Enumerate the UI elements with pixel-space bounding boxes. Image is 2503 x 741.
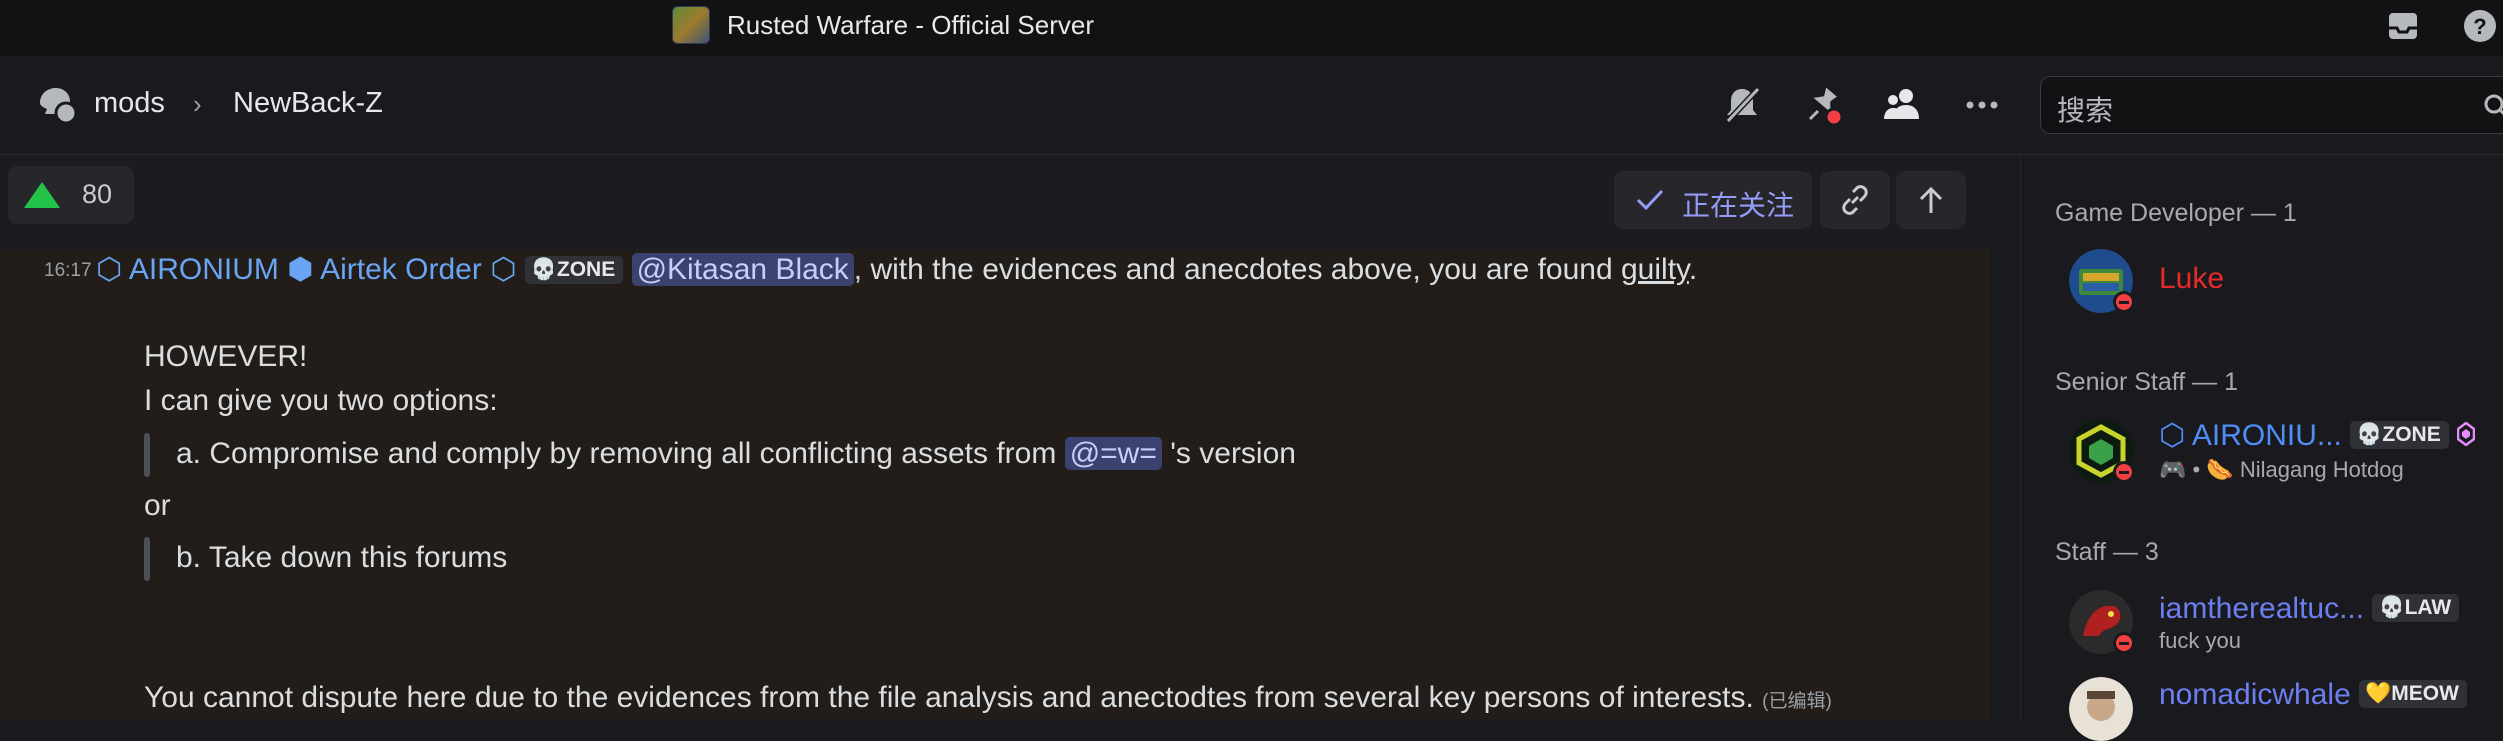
server-icon — [672, 6, 710, 44]
clan-suffix-icon: ⬡ — [490, 253, 517, 286]
skull-icon: 💀 — [530, 258, 557, 281]
breadcrumb-separator: › — [193, 89, 202, 119]
message-line-however: HOWEVER! — [144, 340, 308, 373]
pinned-messages-icon[interactable] — [1800, 83, 1844, 127]
heart-icon: 💛 — [2365, 682, 2392, 705]
member-list-icon[interactable] — [1880, 83, 1924, 127]
message-final-line: You cannot dispute here due to the evide… — [144, 681, 1832, 715]
mention-w[interactable]: @=w= — [1064, 437, 1162, 470]
section-game-developer: Game Developer — 1 — [2055, 199, 2297, 227]
inbox-icon[interactable] — [2385, 8, 2421, 44]
follow-button[interactable]: 正在关注 — [1614, 171, 1812, 229]
copy-link-button[interactable] — [1820, 171, 1890, 229]
dnd-status-icon — [2113, 632, 2135, 654]
member-name-text: iamtherealtuc... — [2159, 592, 2365, 625]
thread-content: 80 正在关注 16:17 ⬡ AIRONIUM ⬢ Airtek Order … — [0, 155, 2020, 721]
author-prefix-icon: ⬡ — [96, 253, 123, 286]
law-tag-label: LAW — [2404, 596, 2452, 619]
member-name-text: ⬡ AIRONIU... — [2159, 419, 2342, 452]
thread-name: NewBack-Z — [233, 87, 383, 119]
boost-icon — [2456, 421, 2476, 447]
message-highlight — [0, 250, 1990, 721]
arrow-up-icon — [1919, 186, 1943, 213]
quote-bar — [144, 537, 150, 581]
search-icon — [2484, 94, 2503, 116]
scrollbar[interactable] — [1990, 155, 2020, 721]
member-status: fuck you — [2159, 628, 2241, 653]
member-name-text: nomadicwhale — [2159, 678, 2351, 711]
edited-label: (已编辑) — [1762, 691, 1832, 712]
upvote-arrow-icon — [24, 182, 60, 208]
guilty-text: guilty — [1621, 253, 1689, 286]
clan-icon: ⬢ — [287, 253, 314, 286]
option-a-text: a. Compromise and comply by removing all… — [176, 437, 1065, 470]
law-tag: 💀LAW — [2372, 594, 2460, 622]
member-status: 🎮 • 🌭 Nilagang Hotdog — [2159, 457, 2404, 483]
vote-count: 80 — [82, 179, 113, 209]
message-author[interactable]: AIRONIUM — [129, 253, 279, 286]
help-icon[interactable]: ? — [2462, 8, 2498, 44]
mention-kitasan[interactable]: @Kitasan Black — [631, 253, 854, 286]
link-icon — [1842, 185, 1868, 215]
member-list: Game Developer — 1 Luke Senior Staff — 1… — [2020, 155, 2503, 741]
scroll-to-top-button[interactable] — [1896, 171, 1966, 229]
member-name: Luke — [2159, 262, 2225, 295]
channel-name[interactable]: mods — [94, 87, 165, 120]
zone-tag[interactable]: 💀ZONE — [524, 256, 624, 284]
window-title: Rusted Warfare - Official Server — [727, 10, 1094, 40]
skull-icon: 💀 — [2356, 423, 2383, 446]
skull-icon: 💀 — [2378, 596, 2405, 619]
upvote-button[interactable]: 80 — [8, 166, 134, 224]
final-text: You cannot dispute here due to the evide… — [144, 681, 1763, 714]
line1-end: . — [1688, 253, 1698, 286]
dnd-status-icon — [2113, 291, 2135, 313]
quote-bar — [144, 433, 150, 477]
notifications-muted-icon[interactable] — [1720, 83, 1764, 127]
option-a: a. Compromise and comply by removing all… — [176, 437, 1296, 471]
message-timestamp: 16:17 — [44, 260, 92, 281]
check-icon — [1636, 189, 1664, 211]
section-senior-staff: Senior Staff — 1 — [2055, 368, 2238, 396]
option-b: b. Take down this forums — [176, 541, 508, 574]
more-options-icon[interactable] — [1960, 83, 2004, 127]
zone-tag-label: ZONE — [2382, 423, 2441, 446]
meow-tag: 💛MEOW — [2359, 680, 2467, 708]
activity-icons: 🎮 • 🌭 — [2159, 457, 2234, 482]
member-name: iamtherealtuc... 💀LAW — [2159, 592, 2460, 626]
section-staff: Staff — 3 — [2055, 538, 2159, 566]
window-title-bar: Rusted Warfare - Official Server ? — [0, 0, 2503, 56]
meow-tag-label: MEOW — [2391, 682, 2459, 705]
member-name: nomadicwhale 💛MEOW — [2159, 678, 2467, 712]
message-line-or: or — [144, 489, 171, 522]
member-name: ⬡ AIRONIU... 💀ZONE — [2159, 418, 2476, 453]
clan-name[interactable]: Airtek Order — [320, 253, 482, 286]
zone-tag-label: ZONE — [556, 258, 616, 281]
search-input[interactable]: 搜索 — [2040, 76, 2503, 134]
dnd-status-icon — [2113, 461, 2135, 483]
forum-channel-icon — [40, 88, 78, 125]
status-text: Nilagang Hotdog — [2233, 457, 2404, 482]
message-line-options: I can give you two options: — [144, 384, 498, 417]
zone-tag: 💀ZONE — [2350, 421, 2449, 449]
search-placeholder: 搜索 — [2057, 95, 2114, 126]
message-line-1: ⬡ AIRONIUM ⬢ Airtek Order ⬡ 💀ZONE @Kitas… — [96, 252, 1697, 287]
option-a-suffix: 's version — [1161, 437, 1296, 470]
avatar — [2069, 677, 2133, 741]
svg-text:?: ? — [2473, 14, 2486, 39]
follow-label: 正在关注 — [1682, 190, 1795, 221]
line1-text: , with the evidences and anecdotes above… — [853, 253, 1621, 286]
